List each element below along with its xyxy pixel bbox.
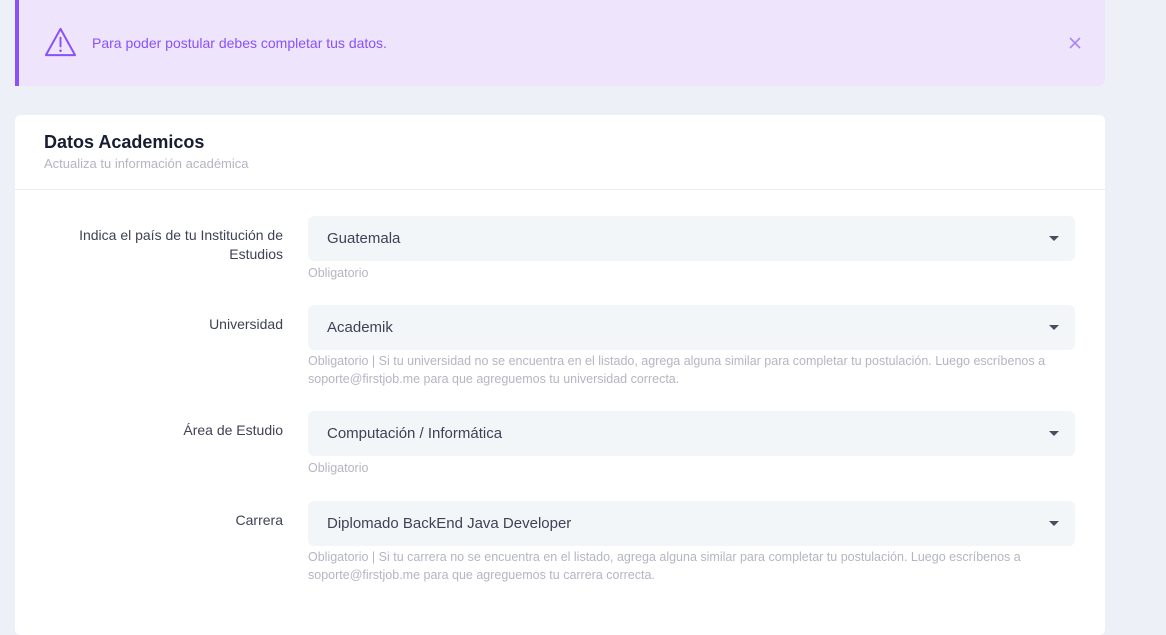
chevron-down-icon — [1049, 521, 1059, 526]
career-select-value: Diplomado BackEnd Java Developer — [327, 515, 572, 532]
incomplete-data-alert: Para poder postular debes completar tus … — [15, 0, 1105, 86]
card-title: Datos Academicos — [44, 132, 205, 152]
close-icon[interactable] — [1068, 36, 1082, 50]
card-header: Datos Academicos Actualiza tu informació… — [15, 115, 1105, 190]
study-area-select-value: Computación / Informática — [327, 425, 503, 442]
career-label: Carrera — [235, 512, 283, 528]
career-select[interactable]: Diplomado BackEnd Java Developer — [308, 501, 1075, 546]
university-select[interactable]: Academik — [308, 305, 1075, 350]
country-select-value: Guatemala — [327, 230, 401, 247]
study-area-select[interactable]: Computación / Informática — [308, 411, 1075, 456]
university-label: Universidad — [209, 316, 283, 332]
country-help: Obligatorio — [308, 266, 369, 280]
academic-data-card: Datos Academicos Actualiza tu informació… — [15, 115, 1105, 635]
university-select-value: Academik — [327, 319, 393, 336]
alert-message: Para poder postular debes completar tus … — [92, 35, 387, 51]
university-help: Obligatorio | Si tu universidad no se en… — [308, 354, 1046, 386]
chevron-down-icon — [1049, 325, 1059, 330]
study-area-help: Obligatorio — [308, 461, 369, 475]
card-subtitle: Actualiza tu información académica — [44, 156, 249, 171]
study-area-label: Área de Estudio — [183, 422, 283, 438]
country-label: Indica el país de tu Institución de Estu… — [79, 227, 283, 262]
chevron-down-icon — [1049, 431, 1059, 436]
career-help: Obligatorio | Si tu carrera no se encuen… — [308, 550, 1021, 582]
country-select[interactable]: Guatemala — [308, 216, 1075, 261]
chevron-down-icon — [1049, 236, 1059, 241]
warning-icon — [44, 27, 77, 57]
